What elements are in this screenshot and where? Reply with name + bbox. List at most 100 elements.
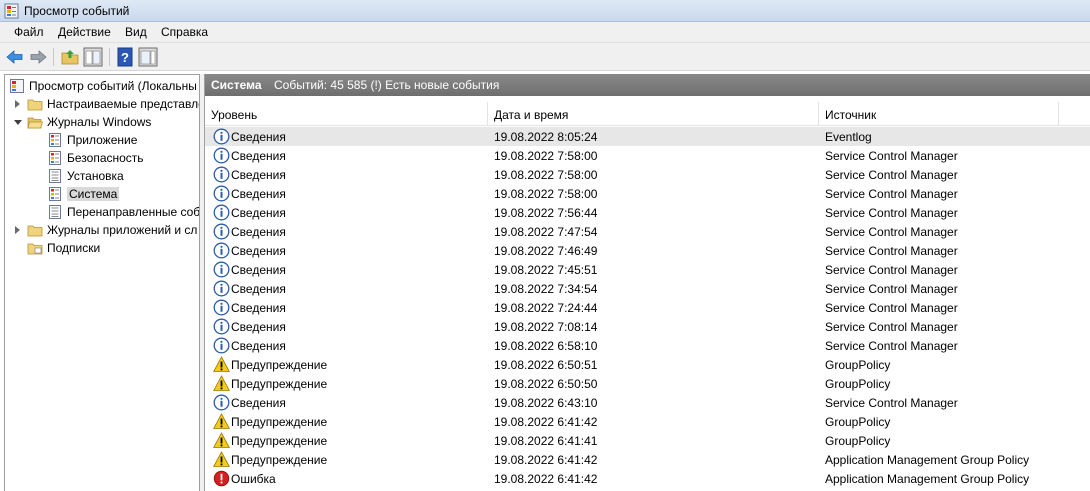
forward-arrow-icon[interactable] [28, 47, 48, 67]
event-datetime: 19.08.2022 7:58:00 [494, 149, 598, 163]
event-datetime: 19.08.2022 6:41:41 [494, 434, 598, 448]
event-row[interactable]: Сведения 19.08.2022 6:43:10 Service Contro… [205, 393, 1090, 412]
event-source: Service Control Manager [825, 320, 958, 334]
warning-icon [213, 356, 230, 373]
event-row[interactable]: Сведения 19.08.2022 7:58:00 Service Contro… [205, 184, 1090, 203]
event-level: Сведения [231, 187, 286, 201]
log-icon [49, 133, 61, 147]
event-datetime: 19.08.2022 7:08:14 [494, 320, 598, 334]
folder-icon [27, 225, 43, 237]
expand-arrow-icon[interactable] [15, 226, 20, 234]
tree-label: Приложение [67, 133, 138, 147]
tree-node-forwarded-events[interactable]: Перенаправленные соб [47, 203, 200, 221]
help-icon[interactable]: ? [115, 47, 135, 67]
warning-icon [213, 375, 230, 392]
tree-label: Подписки [47, 241, 101, 255]
event-row[interactable]: Сведения 19.08.2022 7:47:54 Service Contro… [205, 222, 1090, 241]
event-source: Service Control Manager [825, 187, 958, 201]
event-datetime: 19.08.2022 7:58:00 [494, 187, 598, 201]
event-row[interactable]: Ошибка 19.08.2022 6:41:42 Application Mana… [205, 469, 1090, 488]
tree-node-root[interactable]: Просмотр событий (Локальны [9, 77, 199, 95]
info-icon [213, 185, 230, 202]
event-source: GroupPolicy [825, 377, 891, 391]
tree-label: Журналы приложений и сл [47, 223, 198, 237]
info-icon [213, 242, 230, 259]
event-level: Сведения [231, 301, 286, 315]
tree-label: Просмотр событий (Локальны [29, 79, 197, 93]
event-level: Сведения [231, 225, 286, 239]
tree-node-windows-logs[interactable]: Журналы Windows [13, 113, 199, 131]
menu-action[interactable]: Действие [56, 25, 113, 39]
toolbar-separator [109, 48, 110, 66]
info-icon [213, 394, 230, 411]
info-icon [213, 299, 230, 316]
show-hide-tree-icon[interactable] [83, 47, 103, 67]
event-source: Service Control Manager [825, 149, 958, 163]
event-datetime: 19.08.2022 7:34:54 [494, 282, 598, 296]
event-row[interactable]: Сведения 19.08.2022 7:46:49 Service Contro… [205, 241, 1090, 260]
tree-label: Установка [67, 169, 124, 183]
collapse-arrow-icon[interactable] [14, 120, 22, 125]
event-row[interactable]: Сведения 19.08.2022 7:34:54 Service Contro… [205, 279, 1090, 298]
event-row[interactable]: Сведения 19.08.2022 7:58:00 Service Contro… [205, 146, 1090, 165]
menu-help[interactable]: Справка [159, 25, 210, 39]
event-source: GroupPolicy [825, 434, 891, 448]
event-count-status: Событий: 45 585 (!) Есть новые события [274, 78, 500, 92]
log-icon [49, 187, 61, 201]
tree-label: Перенаправленные соб [67, 205, 200, 219]
event-source: Service Control Manager [825, 396, 958, 410]
event-level: Сведения [231, 263, 286, 277]
event-datetime: 19.08.2022 6:50:51 [494, 358, 598, 372]
menu-bar: Файл Действие Вид Справка [0, 22, 1090, 43]
event-row[interactable]: Предупреждение 19.08.2022 6:50:50 GroupPol… [205, 374, 1090, 393]
event-row[interactable]: Сведения 19.08.2022 6:58:10 Service Contro… [205, 336, 1090, 355]
back-arrow-icon[interactable] [5, 47, 25, 67]
event-row[interactable]: Предупреждение 19.08.2022 6:50:51 GroupPol… [205, 355, 1090, 374]
tree-label: Настраиваемые представле [47, 97, 200, 111]
column-header-datetime[interactable]: Дата и время [488, 102, 819, 126]
panel-title: Система [211, 78, 262, 92]
event-datetime: 19.08.2022 7:24:44 [494, 301, 598, 315]
tree-node-app-service-logs[interactable]: Журналы приложений и сл [13, 221, 199, 239]
info-icon [213, 147, 230, 164]
tree-node-setup[interactable]: Установка [47, 167, 199, 185]
event-level: Сведения [231, 282, 286, 296]
event-row[interactable]: Сведения 19.08.2022 7:58:00 Service Contro… [205, 165, 1090, 184]
column-label: Дата и время [494, 108, 569, 122]
event-source: Service Control Manager [825, 339, 958, 353]
event-row[interactable]: Предупреждение 19.08.2022 6:41:41 GroupPol… [205, 431, 1090, 450]
tree-node-system[interactable]: Система [47, 185, 199, 203]
event-level: Сведения [231, 244, 286, 258]
event-row[interactable]: Сведения 19.08.2022 7:24:44 Service Contro… [205, 298, 1090, 317]
event-source: Service Control Manager [825, 263, 958, 277]
event-datetime: 19.08.2022 6:41:42 [494, 453, 598, 467]
event-source: Application Management Group Policy [825, 472, 1030, 486]
event-source: Eventlog [825, 130, 872, 144]
info-icon [213, 337, 230, 354]
event-row[interactable]: Сведения 19.08.2022 8:05:24 Eventlog [205, 127, 1090, 146]
event-row[interactable]: Сведения 19.08.2022 7:45:51 Service Contro… [205, 260, 1090, 279]
tree-node-subscriptions[interactable]: Подписки [27, 239, 199, 257]
column-header-level[interactable]: Уровень [205, 102, 488, 126]
menu-view[interactable]: Вид [123, 25, 149, 39]
event-row[interactable]: Сведения 19.08.2022 7:08:14 Service Contro… [205, 317, 1090, 336]
expand-arrow-icon[interactable] [15, 100, 20, 108]
tree-node-security[interactable]: Безопасность [47, 149, 199, 167]
column-header-source[interactable]: Источник [819, 102, 1059, 126]
event-level: Предупреждение [231, 358, 328, 372]
info-icon [213, 261, 230, 278]
tree-node-custom-views[interactable]: Настраиваемые представле [13, 95, 200, 113]
event-row[interactable]: Предупреждение 19.08.2022 6:41:42 Applicat… [205, 450, 1090, 469]
event-datetime: 19.08.2022 6:58:10 [494, 339, 598, 353]
event-row[interactable]: Предупреждение 19.08.2022 6:41:42 GroupPol… [205, 412, 1090, 431]
event-level: Сведения [231, 130, 286, 144]
info-icon [213, 280, 230, 297]
event-level: Сведения [231, 396, 286, 410]
show-hide-action-pane-icon[interactable] [138, 47, 158, 67]
event-level: Сведения [231, 320, 286, 334]
event-datetime: 19.08.2022 6:50:50 [494, 377, 598, 391]
event-row[interactable]: Сведения 19.08.2022 7:56:44 Service Contro… [205, 203, 1090, 222]
menu-file[interactable]: Файл [12, 25, 46, 39]
tree-node-application[interactable]: Приложение [47, 131, 199, 149]
up-folder-icon[interactable] [60, 47, 80, 67]
